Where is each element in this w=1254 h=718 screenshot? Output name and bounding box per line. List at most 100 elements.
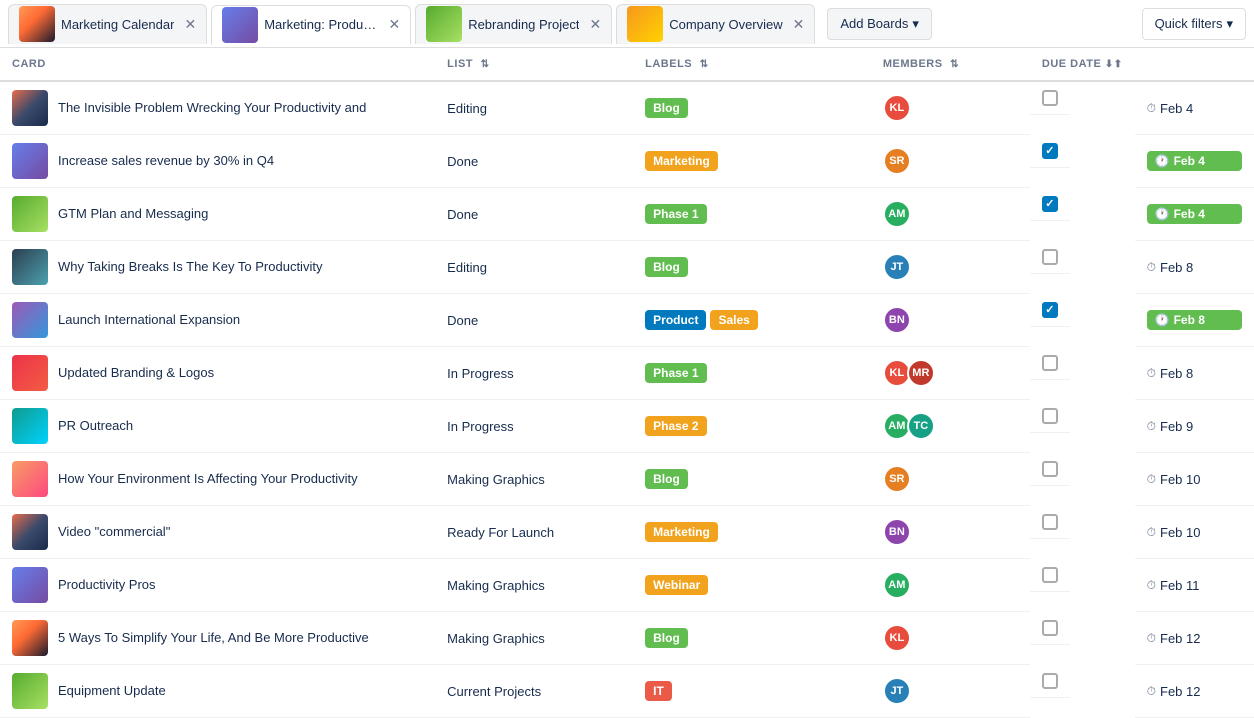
list-value: Done bbox=[447, 154, 478, 169]
row-checkbox[interactable] bbox=[1042, 408, 1058, 424]
table-body: The Invisible Problem Wrecking Your Prod… bbox=[0, 81, 1254, 718]
list-value: Ready For Launch bbox=[447, 525, 554, 540]
card-title[interactable]: Launch International Expansion bbox=[58, 312, 240, 329]
due-date-text: Feb 9 bbox=[1160, 419, 1193, 434]
label-badge: Phase 2 bbox=[645, 416, 706, 436]
card-title[interactable]: Equipment Update bbox=[58, 683, 166, 700]
list-value: In Progress bbox=[447, 419, 513, 434]
tab-marketing-product[interactable]: Marketing: Product Lau... ✕ bbox=[211, 5, 411, 45]
close-icon[interactable]: ✕ bbox=[589, 16, 601, 33]
tab-company-overview[interactable]: Company Overview ✕ bbox=[616, 4, 815, 44]
table-row: How Your Environment Is Affecting Your P… bbox=[0, 453, 1254, 506]
list-cell: In Progress bbox=[435, 347, 633, 400]
row-checkbox[interactable] bbox=[1042, 196, 1058, 212]
due-date-plain: ⏱Feb 10 bbox=[1147, 472, 1242, 487]
members-cell: SR bbox=[871, 453, 1030, 506]
avatar: BN bbox=[883, 306, 911, 334]
due-date-cell: ⏱Feb 12 bbox=[1135, 665, 1254, 718]
due-date-plain: ⏱Feb 8 bbox=[1147, 366, 1242, 381]
close-icon[interactable]: ✕ bbox=[184, 16, 196, 33]
quick-filters-button[interactable]: Quick filters ▾ bbox=[1142, 8, 1246, 40]
tab-thumb bbox=[426, 6, 462, 42]
card-title[interactable]: Increase sales revenue by 30% in Q4 bbox=[58, 153, 274, 170]
list-value: Current Projects bbox=[447, 684, 541, 699]
list-cell: Ready For Launch bbox=[435, 506, 633, 559]
card-title[interactable]: Why Taking Breaks Is The Key To Producti… bbox=[58, 259, 322, 276]
tab-label: Rebranding Project bbox=[468, 17, 579, 32]
card-cell: Increase sales revenue by 30% in Q4 bbox=[0, 135, 435, 188]
card-thumb bbox=[12, 249, 48, 285]
tab-rebranding[interactable]: Rebranding Project ✕ bbox=[415, 4, 612, 44]
avatar: KL bbox=[883, 624, 911, 652]
sort-desc-icon: ⬆ bbox=[1114, 59, 1123, 70]
due-date-cell: ⏱Feb 8 bbox=[1135, 347, 1254, 400]
checkbox-cell bbox=[1030, 559, 1070, 592]
row-checkbox[interactable] bbox=[1042, 355, 1058, 371]
card-title[interactable]: How Your Environment Is Affecting Your P… bbox=[58, 471, 358, 488]
clock-icon: ⏱ bbox=[1147, 101, 1156, 116]
table-container: CARDLIST ⇅LABELS ⇅MEMBERS ⇅DUE DATE ⬇⬆ T… bbox=[0, 48, 1254, 718]
due-date-plain: ⏱ Feb 4 bbox=[1147, 101, 1242, 116]
checkbox-cell bbox=[1030, 294, 1070, 327]
quick-filters-label: Quick filters bbox=[1155, 16, 1223, 31]
list-value: Making Graphics bbox=[447, 578, 545, 593]
due-date-plain: ⏱Feb 10 bbox=[1147, 525, 1242, 540]
add-boards-button[interactable]: Add Boards ▾ bbox=[827, 8, 931, 40]
card-title[interactable]: Video "commercial" bbox=[58, 524, 170, 541]
row-checkbox[interactable] bbox=[1042, 567, 1058, 583]
col-header-due_date[interactable]: DUE DATE ⬇⬆ bbox=[1030, 48, 1135, 81]
avatar: KL bbox=[883, 94, 911, 122]
col-header-check bbox=[1135, 48, 1254, 81]
card-title[interactable]: Productivity Pros bbox=[58, 577, 156, 594]
due-date-plain: ⏱Feb 12 bbox=[1147, 684, 1242, 699]
label-badge: Blog bbox=[645, 469, 688, 489]
card-title[interactable]: GTM Plan and Messaging bbox=[58, 206, 208, 223]
col-header-list[interactable]: LIST ⇅ bbox=[435, 48, 633, 81]
labels-cell: Blog bbox=[633, 453, 871, 506]
row-checkbox[interactable] bbox=[1042, 461, 1058, 477]
due-date-text: Feb 4 bbox=[1160, 101, 1193, 116]
labels-cell: ProductSales bbox=[633, 294, 871, 347]
checkbox-cell bbox=[1030, 453, 1070, 486]
row-checkbox[interactable] bbox=[1042, 90, 1058, 106]
row-checkbox[interactable] bbox=[1042, 249, 1058, 265]
labels-cell: IT bbox=[633, 665, 871, 718]
labels-cell: Blog bbox=[633, 81, 871, 135]
row-checkbox[interactable] bbox=[1042, 673, 1058, 689]
table-row: GTM Plan and Messaging DonePhase 1AM🕐Feb… bbox=[0, 188, 1254, 241]
row-checkbox[interactable] bbox=[1042, 302, 1058, 318]
due-date-plain: ⏱Feb 8 bbox=[1147, 260, 1242, 275]
labels-cell: Marketing bbox=[633, 135, 871, 188]
members-cell: KL bbox=[871, 612, 1030, 665]
card-title[interactable]: Updated Branding & Logos bbox=[58, 365, 214, 382]
avatar: SR bbox=[883, 465, 911, 493]
due-date-cell: ⏱Feb 9 bbox=[1135, 400, 1254, 453]
tab-thumb bbox=[627, 6, 663, 42]
table-row: Increase sales revenue by 30% in Q4 Done… bbox=[0, 135, 1254, 188]
due-date-plain: ⏱Feb 11 bbox=[1147, 578, 1242, 593]
card-cell: Launch International Expansion bbox=[0, 294, 435, 347]
row-checkbox[interactable] bbox=[1042, 514, 1058, 530]
list-cell: Current Projects bbox=[435, 665, 633, 718]
labels-cell: Phase 1 bbox=[633, 347, 871, 400]
col-header-members[interactable]: MEMBERS ⇅ bbox=[871, 48, 1030, 81]
clock-icon: ⏱ bbox=[1147, 366, 1156, 381]
card-title[interactable]: PR Outreach bbox=[58, 418, 133, 435]
labels-cell: Phase 1 bbox=[633, 188, 871, 241]
close-icon[interactable]: ✕ bbox=[793, 16, 805, 33]
clock-icon: 🕐 bbox=[1155, 313, 1170, 327]
card-title[interactable]: The Invisible Problem Wrecking Your Prod… bbox=[58, 100, 366, 117]
row-checkbox[interactable] bbox=[1042, 143, 1058, 159]
tab-marketing-calendar[interactable]: Marketing Calendar ✕ bbox=[8, 4, 207, 44]
list-value: Done bbox=[447, 313, 478, 328]
list-cell: Done bbox=[435, 188, 633, 241]
card-title[interactable]: 5 Ways To Simplify Your Life, And Be Mor… bbox=[58, 630, 369, 647]
members-cell: BN bbox=[871, 294, 1030, 347]
due-date-text: Feb 12 bbox=[1160, 684, 1200, 699]
col-header-labels[interactable]: LABELS ⇅ bbox=[633, 48, 871, 81]
label-badge: Blog bbox=[645, 98, 688, 118]
list-cell: Making Graphics bbox=[435, 559, 633, 612]
checkbox-cell bbox=[1030, 82, 1070, 115]
due-date-cell: 🕐Feb 4 bbox=[1135, 188, 1254, 241]
close-icon[interactable]: ✕ bbox=[388, 16, 400, 33]
